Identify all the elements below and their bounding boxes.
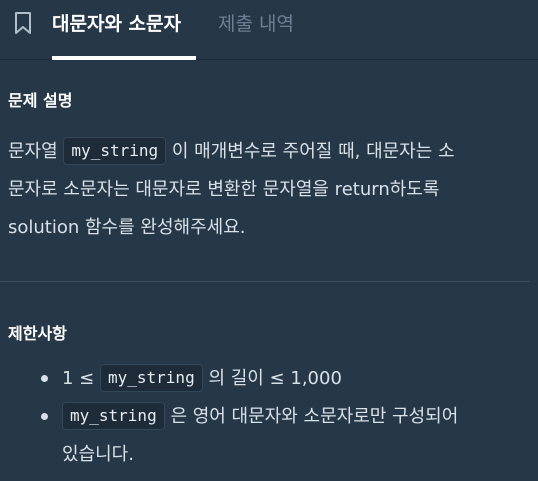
- bullet-icon: [41, 375, 48, 382]
- code-variable: my_string: [63, 137, 167, 165]
- tab-problem[interactable]: 대문자와 소문자: [52, 9, 181, 36]
- tab-bar: 대문자와 소문자 제출 내역: [0, 0, 538, 60]
- constraints-list: 1 ≤ my_string 의 길이 ≤ 1,000 my_string 은 영…: [8, 360, 530, 474]
- constraint-text-segment: 의 길이 ≤ 1,000: [208, 368, 342, 389]
- bullet-icon: [41, 413, 48, 420]
- description-text: 문자열 my_string 이 매개변수로 주어질 때, 대문자는 소 문자로 …: [8, 133, 530, 247]
- constraint-text-segment: 은 영어 대문자와 소문자로만 구성되어: [170, 406, 459, 427]
- description-line-2: 문자로 소문자는 대문자로 변환한 문자열을 return하도록: [8, 179, 440, 200]
- description-line-3: solution 함수를 완성해주세요.: [8, 217, 246, 238]
- description-text-segment: 문자열: [8, 141, 58, 162]
- list-item: 1 ≤ my_string 의 길이 ≤ 1,000: [8, 360, 530, 398]
- bookmark-icon[interactable]: [13, 11, 33, 35]
- description-title: 문제 설명: [8, 91, 73, 110]
- active-tab-indicator: [52, 56, 196, 60]
- constraint-text-segment: 1 ≤: [62, 368, 95, 389]
- constraints-title: 제한사항: [8, 324, 67, 343]
- description-text-segment: 이 매개변수로 주어질 때, 대문자는 소: [171, 141, 455, 162]
- list-item: my_string 은 영어 대문자와 소문자로만 구성되어 있습니다.: [8, 398, 530, 474]
- section-divider: [0, 281, 530, 282]
- description-line-1: 문자열 my_string 이 매개변수로 주어질 때, 대문자는 소: [8, 133, 530, 171]
- tab-submissions[interactable]: 제출 내역: [218, 9, 294, 36]
- constraint-text-line-2: 있습니다.: [62, 444, 134, 465]
- code-variable: my_string: [100, 364, 203, 392]
- code-variable: my_string: [62, 402, 165, 430]
